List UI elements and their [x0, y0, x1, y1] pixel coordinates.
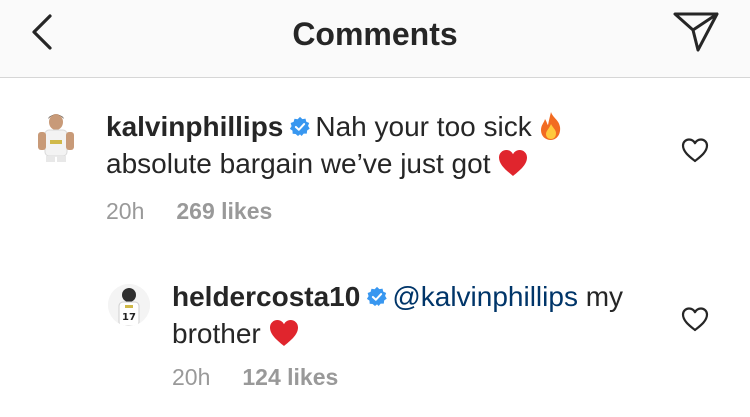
comment-meta: 20h 124 likes: [172, 364, 338, 391]
comment-username[interactable]: kalvinphillips: [106, 111, 283, 142]
page-title: Comments: [292, 16, 458, 52]
comment-meta: 20h 269 likes: [106, 198, 272, 225]
comment-likes-count[interactable]: 269 likes: [176, 198, 272, 224]
verified-badge-icon: [367, 286, 388, 306]
heart-outline-icon[interactable]: [680, 305, 710, 333]
avatar[interactable]: [30, 110, 82, 162]
comment-text-line: absolute bargain we’ve just got: [106, 148, 491, 179]
comment-text-line: Nah your too sick: [315, 111, 532, 142]
comment-time: 20h: [106, 198, 145, 224]
avatar[interactable]: 17: [108, 284, 150, 326]
mention-link[interactable]: @kalvinphillips: [392, 281, 578, 312]
red-heart-emoji-icon: [499, 150, 528, 176]
player-photo-icon: 17: [108, 284, 150, 326]
red-heart-emoji-icon: [269, 320, 298, 346]
comment-text-line: my: [585, 281, 624, 312]
comment-text-line: brother: [172, 318, 261, 349]
comment-body: heldercosta10 @kalvinphillips my brother: [172, 278, 672, 352]
fire-emoji-icon: [540, 112, 560, 140]
heart-outline-icon[interactable]: [680, 136, 710, 164]
svg-text:17: 17: [122, 312, 136, 323]
comment-body: kalvinphillips Nah your too sick absolute…: [106, 108, 666, 182]
comment-username[interactable]: heldercosta10: [172, 281, 360, 312]
paper-plane-icon[interactable]: [672, 10, 720, 54]
player-photo-icon: [38, 114, 74, 162]
comment-likes-count[interactable]: 124 likes: [242, 364, 338, 390]
comment-time: 20h: [172, 364, 211, 390]
header-bar: Comments: [0, 0, 750, 78]
verified-badge-icon: [290, 116, 311, 136]
